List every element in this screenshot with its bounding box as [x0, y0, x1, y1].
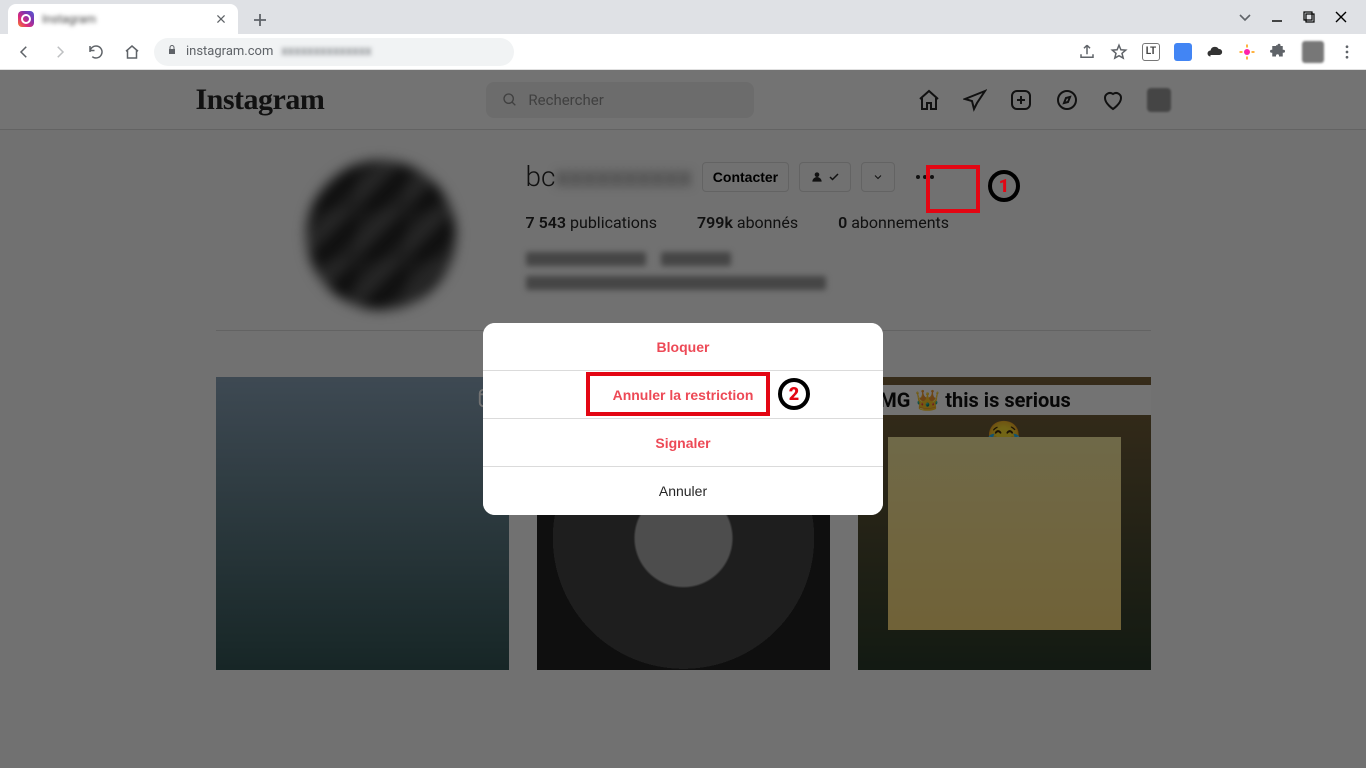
tab-title: Instagram — [42, 12, 206, 26]
modal-unrestrict-button[interactable]: Annuler la restriction — [483, 371, 883, 419]
modal-block-button[interactable]: Bloquer — [483, 323, 883, 371]
window-maximize-icon[interactable] — [1302, 10, 1316, 24]
tab-close-icon[interactable] — [214, 12, 228, 26]
instagram-favicon — [18, 11, 34, 27]
lock-icon — [166, 44, 178, 60]
toolbar-right-icons: LT — [1078, 41, 1356, 63]
browser-tab-strip: Instagram — [0, 0, 1366, 34]
address-bar[interactable]: instagram.com xxxxxxxxxxxxxx — [154, 38, 514, 66]
chrome-menu-icon[interactable] — [1338, 43, 1356, 61]
nav-back-icon[interactable] — [10, 38, 38, 66]
bookmark-star-icon[interactable] — [1110, 43, 1128, 61]
url-path-blurred: xxxxxxxxxxxxxx — [281, 44, 502, 59]
extension-lt-icon[interactable]: LT — [1142, 43, 1160, 61]
options-modal: Bloquer Annuler la restriction Signaler … — [483, 323, 883, 515]
extension-google-icon[interactable] — [1174, 43, 1192, 61]
window-close-icon[interactable] — [1334, 10, 1348, 24]
nav-home-icon[interactable] — [118, 38, 146, 66]
extension-puzzle2-icon[interactable] — [1238, 43, 1256, 61]
new-tab-button[interactable] — [246, 6, 274, 34]
window-minimize-icon[interactable] — [1270, 10, 1284, 24]
profile-chip[interactable] — [1302, 41, 1324, 63]
extensions-puzzle-icon[interactable] — [1270, 43, 1288, 61]
modal-cancel-button[interactable]: Annuler — [483, 467, 883, 515]
url-host: instagram.com — [186, 44, 273, 59]
modal-report-button[interactable]: Signaler — [483, 419, 883, 467]
nav-reload-icon[interactable] — [82, 38, 110, 66]
extension-cloud-icon[interactable] — [1206, 43, 1224, 61]
window-controls — [1238, 0, 1358, 34]
window-chevron-icon[interactable] — [1238, 10, 1252, 24]
nav-forward-icon[interactable] — [46, 38, 74, 66]
share-icon[interactable] — [1078, 43, 1096, 61]
browser-tab[interactable]: Instagram — [8, 4, 238, 34]
browser-toolbar: instagram.com xxxxxxxxxxxxxx LT — [0, 34, 1366, 70]
